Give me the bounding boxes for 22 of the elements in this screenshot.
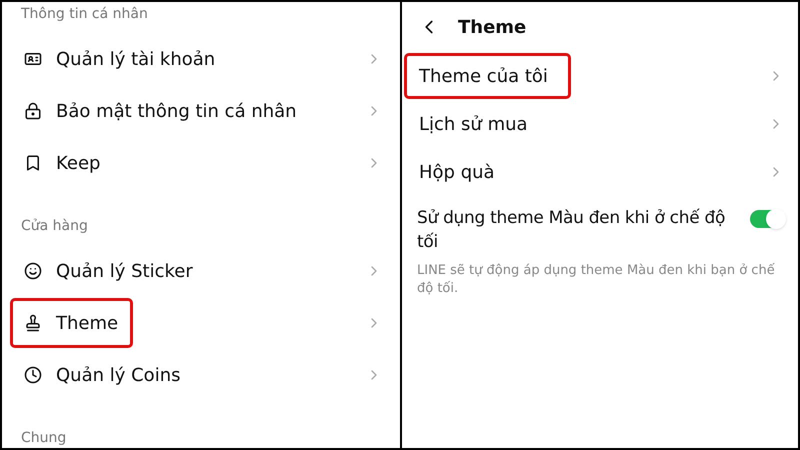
dark-theme-switch[interactable] (750, 210, 784, 228)
bookmark-icon (24, 154, 42, 172)
menu-item[interactable]: Hộp quà (404, 149, 518, 195)
toggle-label: Sử dụng theme Màu đen khi ở chế độ tối (417, 207, 726, 254)
clock-icon (24, 366, 42, 384)
smiley-icon (24, 262, 42, 280)
menu-item[interactable]: Theme của tôi (404, 53, 571, 99)
settings-item[interactable]: Quản lý Coins (10, 350, 196, 400)
settings-item[interactable]: Bảo mật thông tin cá nhân (10, 86, 312, 136)
stamp-icon (24, 314, 42, 332)
settings-item[interactable]: Keep (10, 138, 116, 188)
toggle-description: LINE sẽ tự động áp dụng theme Màu đen khi bạn ở chế độ tối. (416, 262, 776, 298)
section-header: Thông tin cá nhân (21, 4, 148, 24)
menu-item[interactable]: Lịch sử mua (404, 101, 551, 147)
settings-item[interactable]: Theme (10, 298, 134, 348)
screen-title: Theme (458, 16, 526, 40)
settings-item[interactable]: Quản lý Sticker (10, 246, 208, 296)
lock-icon (24, 102, 42, 120)
section-header: Cửa hàng (21, 216, 88, 236)
settings-item[interactable]: Quản lý tài khoản (10, 34, 230, 84)
section-header: Chung (21, 428, 66, 448)
id-card-icon (24, 50, 42, 68)
